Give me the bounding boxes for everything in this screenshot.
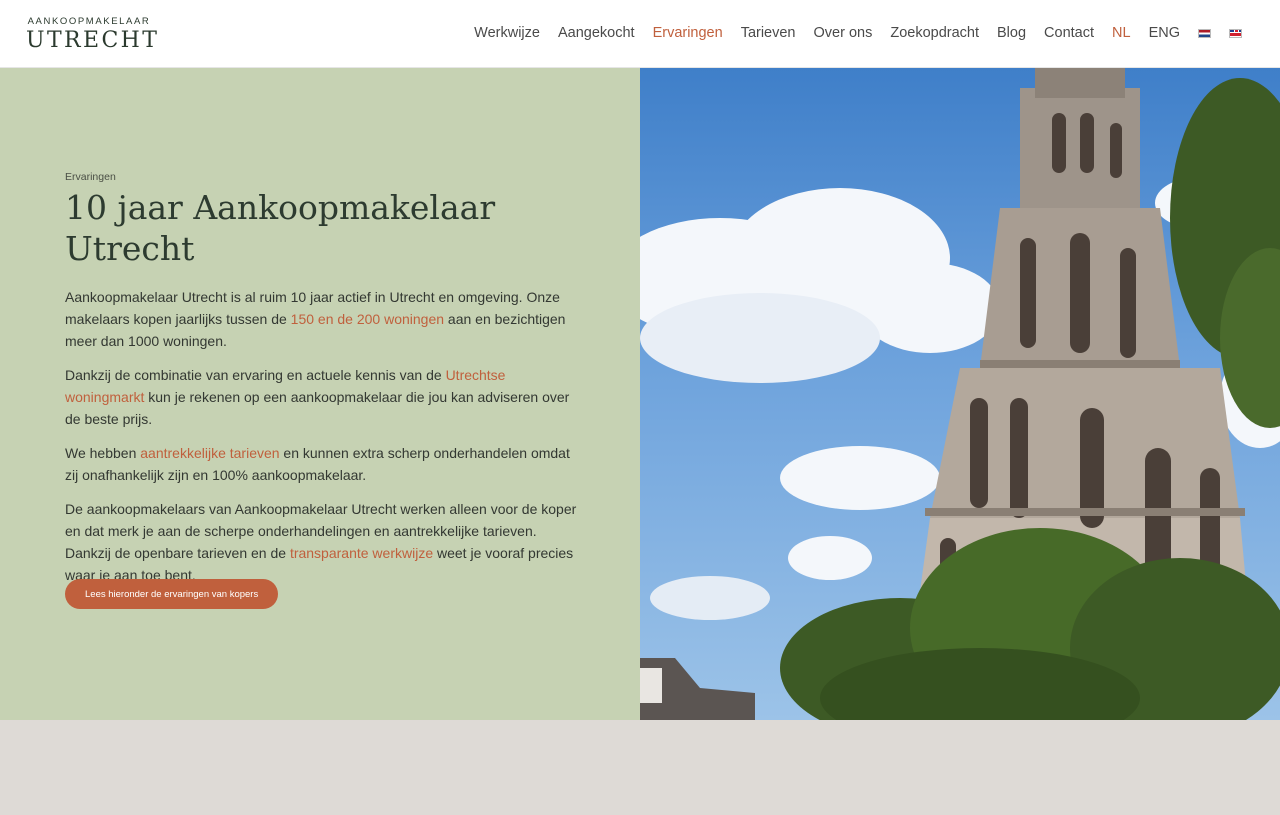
photo-illustration xyxy=(640,68,1280,720)
intro-paragraph-4: De aankoopmakelaars van Aankoopmakelaar … xyxy=(65,498,585,586)
roof xyxy=(640,658,755,720)
read-reviews-button[interactable]: Lees hieronder de ervaringen van kopers xyxy=(65,579,279,609)
main-nav: Werkwijze Aangekocht Ervaringen Tarieven… xyxy=(456,25,1242,41)
hero-text-panel: Ervaringen 10 jaar Aankoopmakelaar Utrec… xyxy=(0,68,640,720)
lang-en-link[interactable]: ENG xyxy=(1149,25,1180,41)
logo-wordmark: UTRECHT xyxy=(26,28,160,53)
nav-item-over-ons[interactable]: Over ons xyxy=(814,25,873,41)
link-aantrekkelijke-tarieven[interactable]: aantrekkelijke tarieven xyxy=(140,445,279,461)
uk-flag-icon[interactable] xyxy=(1229,28,1242,38)
intro-paragraph-1: Aankoopmakelaar Utrecht is al ruim 10 ja… xyxy=(65,286,585,352)
site-header: AANKOOPMAKELAAR UTRECHT Werkwijze Aangek… xyxy=(0,0,1280,68)
logo-tagline: AANKOOPMAKELAAR xyxy=(27,16,151,27)
p2-text-a: Dankzij de combinatie van ervaring en ac… xyxy=(65,367,446,383)
p3-text-a: We hebben xyxy=(65,445,141,461)
content-band xyxy=(0,720,1280,815)
nav-item-zoekopdracht[interactable]: Zoekopdracht xyxy=(890,25,979,41)
nav-item-tarieven[interactable]: Tarieven xyxy=(741,25,796,41)
intro-paragraph-3: We hebben aantrekkelijke tarieven en kun… xyxy=(65,442,585,486)
link-150-200-woningen[interactable]: 150 en de 200 woningen xyxy=(291,311,444,327)
nav-item-aangekocht[interactable]: Aangekocht xyxy=(558,25,635,41)
intro-text: Aankoopmakelaar Utrecht is al ruim 10 ja… xyxy=(65,286,585,598)
page-title: 10 jaar Aankoopmakelaar Utrecht xyxy=(65,188,496,268)
link-transparante-werkwijze[interactable]: transparante werkwijze xyxy=(290,545,433,561)
intro-paragraph-2: Dankzij de combinatie van ervaring en ac… xyxy=(65,364,585,430)
lang-nl-link[interactable]: NL xyxy=(1112,25,1131,41)
nav-item-werkwijze[interactable]: Werkwijze xyxy=(474,25,540,41)
nav-item-contact[interactable]: Contact xyxy=(1044,25,1094,41)
dutch-flag-icon[interactable] xyxy=(1198,28,1211,38)
dom-tower-photo xyxy=(640,68,1280,720)
nav-item-blog[interactable]: Blog xyxy=(997,25,1026,41)
section-kicker: Ervaringen xyxy=(65,171,116,183)
site-logo[interactable]: AANKOOPMAKELAAR UTRECHT xyxy=(26,16,159,53)
nav-item-ervaringen[interactable]: Ervaringen xyxy=(653,25,723,41)
